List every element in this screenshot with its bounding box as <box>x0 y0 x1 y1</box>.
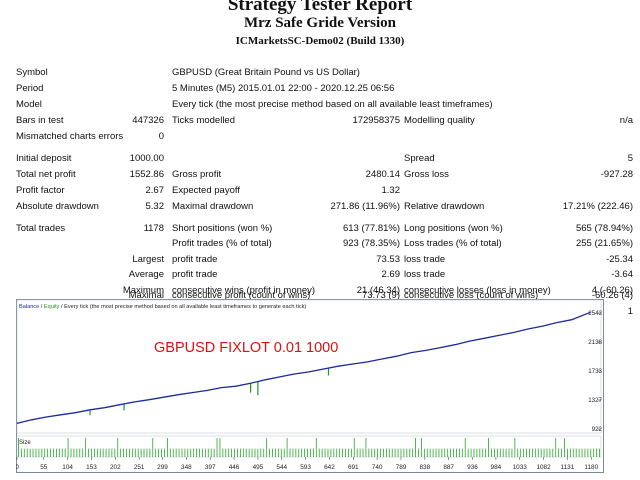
x-tick-label: 789 <box>396 464 407 471</box>
y-tick-label: 1327 <box>588 397 602 404</box>
x-tick-label: 1131 <box>561 464 575 471</box>
max-cons-losses-value: 4 (-60.26) <box>591 285 633 296</box>
avg-cons-losses-value: 1 <box>627 306 633 317</box>
x-tick-label: 887 <box>443 464 454 471</box>
x-tick-label: 1033 <box>513 464 528 471</box>
x-tick-label: 153 <box>86 464 97 471</box>
y-tick-label: 1733 <box>588 368 602 375</box>
x-tick-label: 1180 <box>584 464 598 471</box>
x-tick-label: 642 <box>324 464 335 471</box>
x-tick-label: 0 <box>16 464 19 471</box>
x-tick-label: 838 <box>419 464 430 471</box>
x-tick-label: 544 <box>276 464 287 471</box>
stats-table-cont: Maximum consecutive wins (profit in mone… <box>0 15 640 305</box>
x-tick-label: 495 <box>253 464 264 471</box>
max-cons-wins-value: 21 (46.34) <box>356 285 400 296</box>
plot-area <box>16 299 602 434</box>
x-tick-label: 984 <box>491 464 502 471</box>
chart-annotation: GBPUSD FIXLOT 0.01 1000 <box>154 340 338 356</box>
x-tick-label: 202 <box>110 464 121 471</box>
balance-chart: Balance / Equity / Every tick (the most … <box>16 299 604 473</box>
size-label: Size <box>19 440 31 446</box>
x-tick-label: 1082 <box>536 464 551 471</box>
x-tick-label: 299 <box>157 464 168 471</box>
y-tick-label: 2138 <box>588 339 602 346</box>
y-tick-label: 922 <box>592 426 603 433</box>
x-tick-label: 348 <box>181 464 192 471</box>
x-tick-label: 936 <box>467 464 478 471</box>
x-tick-label: 691 <box>348 464 359 471</box>
x-tick-label: 446 <box>229 464 240 471</box>
x-tick-label: 104 <box>62 464 73 471</box>
chart-legend: Balance / Equity / Every tick (the most … <box>19 304 306 310</box>
volume-area <box>16 435 602 458</box>
max-cons-wins-label: consecutive wins (profit in money) <box>172 285 316 296</box>
max-cons-losses-label: consecutive losses (loss in money) <box>404 285 551 296</box>
x-tick-label: 740 <box>372 464 383 471</box>
x-tick-label: 593 <box>300 464 311 471</box>
x-tick-label: 55 <box>40 464 48 471</box>
x-tick-label: 397 <box>205 464 216 471</box>
y-tick-label: 2543 <box>588 310 602 317</box>
x-tick-label: 251 <box>134 464 145 471</box>
maximum-label: Maximum <box>122 285 164 296</box>
